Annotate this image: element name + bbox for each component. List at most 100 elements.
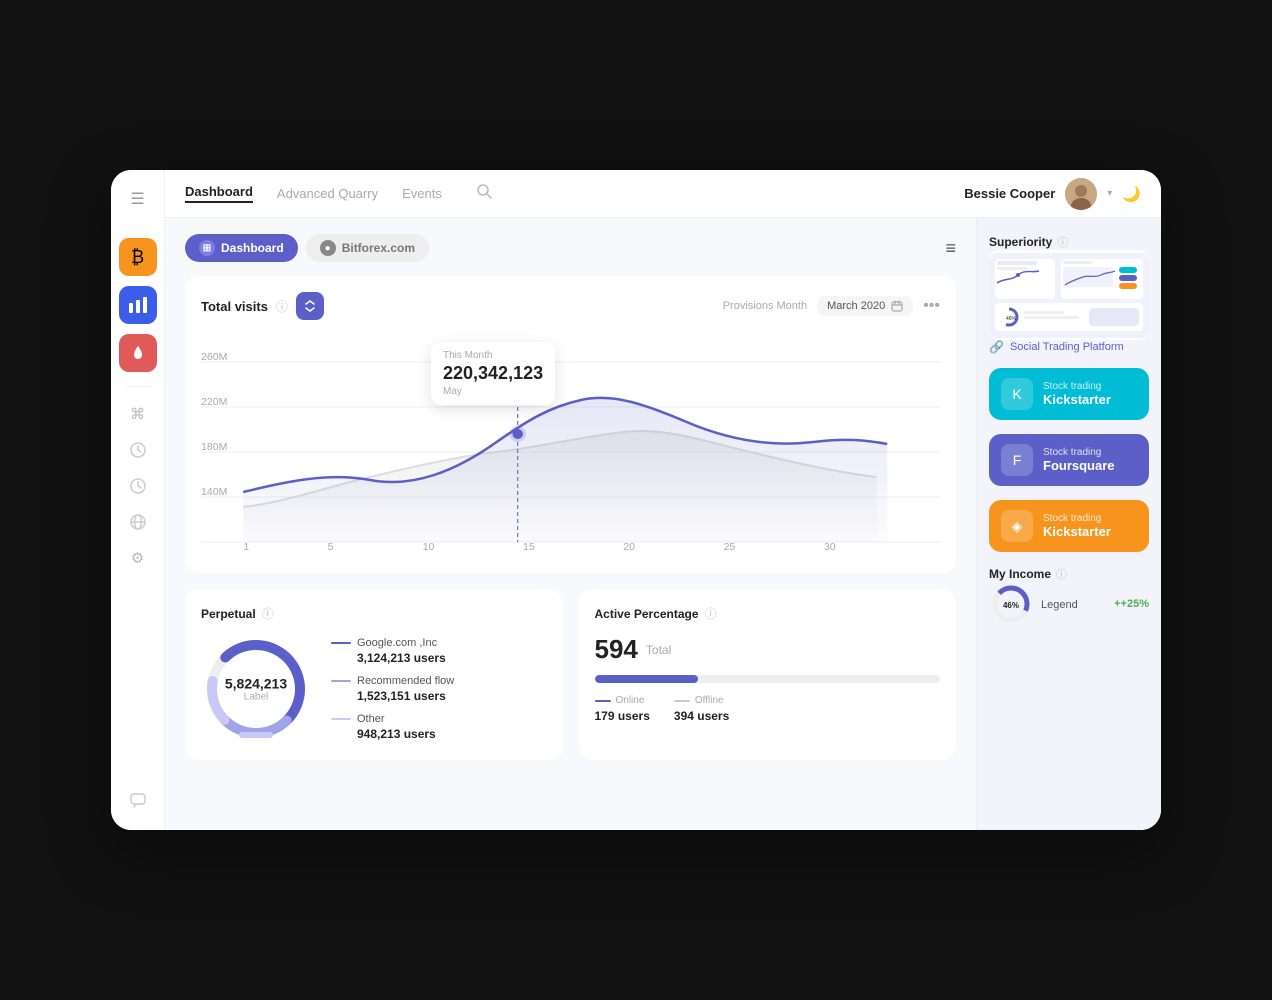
svg-text:5: 5 [328, 542, 334, 552]
superiority-info-icon[interactable]: ⓘ [1057, 234, 1068, 250]
svg-text:220M: 220M [201, 397, 227, 408]
income-donut: 46% [989, 582, 1033, 626]
superiority-preview: 46% [989, 250, 1149, 340]
chart-section: Total visits ⓘ Provisions Month March 20… [185, 276, 956, 573]
hamburger-menu-icon[interactable]: ☰ [123, 184, 153, 214]
dashboard-tab-icon: ⊞ [199, 240, 215, 256]
active-pct-info-icon[interactable]: ⓘ [705, 605, 717, 622]
legend-item-recommended: Recommended flow 1,523,151 users [331, 675, 454, 703]
donut-sublabel: Label [225, 692, 287, 703]
income-section: My Income ⓘ 46% Legend +25% [989, 566, 1149, 626]
gear-icon[interactable]: ⚙ [123, 543, 153, 573]
globe-icon[interactable] [123, 507, 153, 537]
chart-title: Total visits [201, 299, 268, 314]
active-total: 594 [595, 634, 638, 665]
tabs-row: ⊞ Dashboard ● Bitforex.com ≡ [185, 234, 956, 262]
trading-card-kickstarter-orange[interactable]: ◈ Stock trading Kickstarter [989, 500, 1149, 552]
moon-icon[interactable]: 🌙 [1122, 185, 1141, 203]
perpetual-info-icon[interactable]: ⓘ [262, 605, 274, 622]
svg-text:10: 10 [423, 542, 435, 552]
svg-text:20: 20 [623, 542, 635, 552]
history-icon[interactable] [123, 471, 153, 501]
username-label: Bessie Cooper [964, 186, 1055, 201]
nav-events[interactable]: Events [402, 186, 442, 201]
trading-card-foursquare[interactable]: F Stock trading Foursquare [989, 434, 1149, 486]
search-icon[interactable] [476, 183, 492, 204]
chart-info-icon[interactable]: ⓘ [276, 298, 288, 315]
offline-indicator [674, 700, 690, 702]
superiority-section: Superiority ⓘ [989, 234, 1149, 354]
clock-icon[interactable] [123, 435, 153, 465]
tabs-left: ⊞ Dashboard ● Bitforex.com [185, 234, 429, 262]
bottom-section: Perpetual ⓘ [185, 589, 956, 760]
legend-line-other [331, 718, 351, 720]
active-total-label: Total [646, 643, 671, 657]
chevron-down-icon[interactable]: ▾ [1107, 188, 1112, 199]
nav-advanced-quarry[interactable]: Advanced Quarry [277, 186, 378, 201]
nav-dashboard[interactable]: Dashboard [185, 184, 253, 203]
foursquare-text: Stock trading Foursquare [1043, 447, 1115, 473]
active-percentage-card: Active Percentage ⓘ 594 Total [579, 589, 957, 760]
provision-label: Provisions Month [723, 300, 807, 312]
svg-text:140M: 140M [201, 487, 227, 498]
main-area: Dashboard Advanced Quarry Events Bessie … [165, 170, 1161, 830]
active-count-row: 594 Total [595, 634, 941, 665]
kickstarter-orange-text: Stock trading Kickstarter [1043, 513, 1111, 539]
right-panel: Superiority ⓘ [976, 218, 1161, 830]
svg-text:46%: 46% [1006, 316, 1017, 322]
icon-sidebar: ☰ ₿ ⌘ ⚙ [111, 170, 165, 830]
nav-links: Dashboard Advanced Quarry Events [185, 183, 964, 204]
avatar [1065, 178, 1097, 210]
top-nav: Dashboard Advanced Quarry Events Bessie … [165, 170, 1161, 218]
chat-icon[interactable] [123, 786, 153, 816]
kickstarter-cyan-icon: K [1001, 378, 1033, 410]
chart-header: Total visits ⓘ Provisions Month March 20… [201, 292, 940, 320]
date-picker[interactable]: March 2020 [817, 296, 913, 316]
foursquare-icon: F [1001, 444, 1033, 476]
online-indicator [595, 700, 611, 702]
donut-chart: 5,824,213 Label [201, 634, 311, 744]
tabs-menu-icon[interactable]: ≡ [945, 238, 956, 259]
online-offline-row: Online 179 users Offline 394 users [595, 695, 941, 723]
income-title-row: My Income ⓘ [989, 566, 1149, 582]
svg-text:15: 15 [523, 542, 535, 552]
income-row: 46% Legend +25% [989, 582, 1149, 626]
perpetual-title: Perpetual [201, 607, 256, 621]
perpetual-legend: Google.com ,Inc 3,124,213 users Recommen… [331, 637, 454, 741]
income-change: +25% [1114, 598, 1149, 610]
superiority-title: Superiority [989, 235, 1052, 249]
offline-value: 394 users [674, 709, 729, 723]
command-icon[interactable]: ⌘ [123, 399, 153, 429]
active-pct-title-row: Active Percentage ⓘ [595, 605, 941, 622]
svg-text:1: 1 [243, 542, 249, 552]
platform-link[interactable]: 🔗 Social Trading Platform [989, 340, 1149, 354]
legend-item-other: Other 948,213 users [331, 713, 454, 741]
airbnb-icon[interactable] [119, 334, 157, 372]
donut-center: 5,824,213 Label [225, 676, 287, 703]
platform-label: Social Trading Platform [1010, 341, 1124, 353]
more-options-icon[interactable]: ••• [923, 297, 940, 315]
trading-card-kickstarter-cyan[interactable]: K Stock trading Kickstarter [989, 368, 1149, 420]
perpetual-title-row: Perpetual ⓘ [201, 605, 547, 622]
income-info-icon[interactable]: ⓘ [1056, 566, 1067, 582]
chart-title-area: Total visits ⓘ [201, 292, 324, 320]
svg-text:260M: 260M [201, 352, 227, 363]
link-icon: 🔗 [989, 340, 1004, 354]
online-item: Online 179 users [595, 695, 650, 723]
superiority-title-row: Superiority ⓘ [989, 234, 1149, 250]
income-text: Legend [1041, 595, 1106, 613]
bitforex-tab-icon: ● [320, 240, 336, 256]
svg-text:25: 25 [724, 542, 736, 552]
legend-item-google: Google.com ,Inc 3,124,213 users [331, 637, 454, 665]
nav-right: Bessie Cooper ▾ 🌙 [964, 178, 1141, 210]
bitcoin-icon[interactable]: ₿ [119, 238, 157, 276]
sort-button[interactable] [296, 292, 324, 320]
income-title: My Income [989, 567, 1051, 581]
dashboard-main: ⊞ Dashboard ● Bitforex.com ≡ Tot [165, 218, 976, 830]
svg-text:46%: 46% [1003, 601, 1019, 610]
donut-value: 5,824,213 [225, 676, 287, 692]
tab-dashboard[interactable]: ⊞ Dashboard [185, 234, 298, 262]
tab-bitforex[interactable]: ● Bitforex.com [306, 234, 429, 262]
progress-bar-fill [595, 675, 699, 683]
chart-icon[interactable] [119, 286, 157, 324]
